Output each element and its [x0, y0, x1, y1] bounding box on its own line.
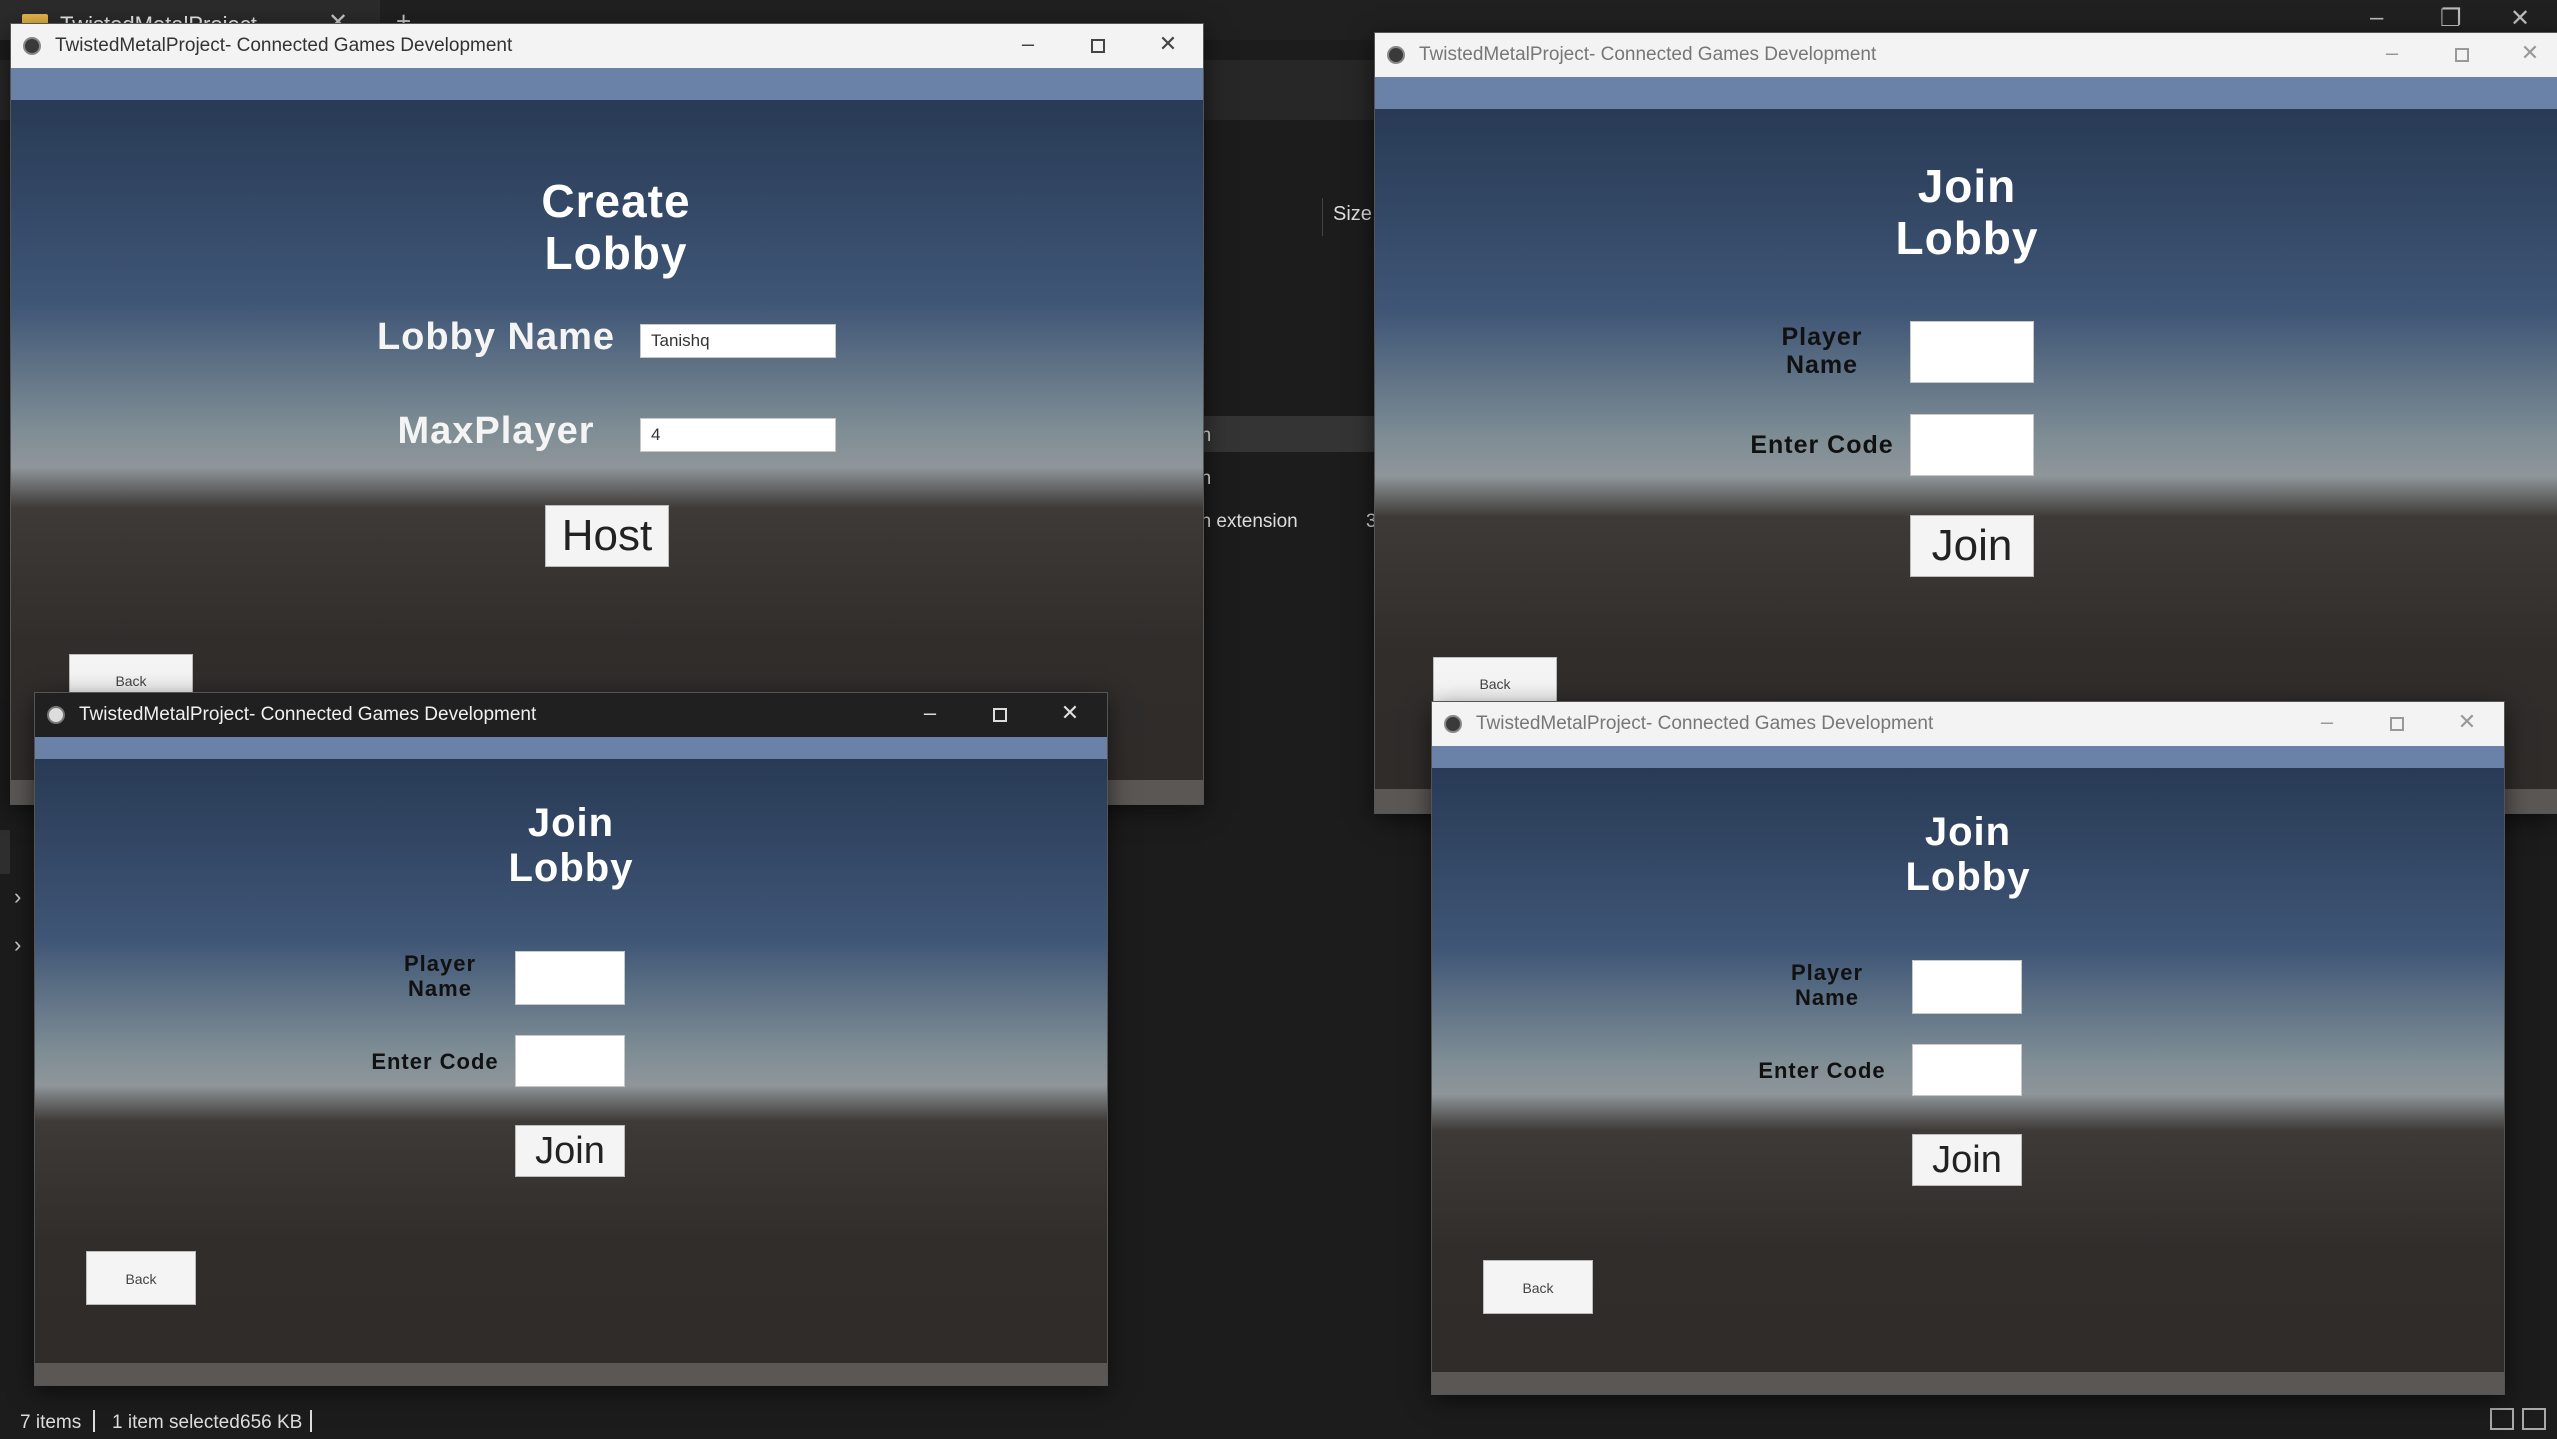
status-divider — [93, 1410, 95, 1432]
window-title: TwistedMetalProject- Connected Games Dev… — [55, 35, 513, 56]
lobby-name-label: Lobby Name — [376, 316, 616, 358]
game-scene: Join Lobby Player Name Enter Code Join B… — [35, 759, 1107, 1363]
title-bar[interactable]: TwistedMetalProject- Connected Games Dev… — [1375, 33, 2557, 77]
player-name-label: Player Name — [1790, 960, 1864, 1010]
page-title: Create Lobby — [541, 175, 691, 279]
minimize-icon[interactable]: – — [2312, 709, 2342, 735]
close-icon[interactable]: ✕ — [1153, 31, 1183, 57]
game-scene: Join Lobby Player Name Enter Code Join B… — [1432, 768, 2504, 1372]
title-bar[interactable]: TwistedMetalProject- Connected Games Dev… — [1432, 702, 2504, 746]
column-header-size[interactable]: Size — [1322, 198, 1372, 236]
lobby-name-input[interactable] — [640, 324, 836, 358]
page-title: Join Lobby — [1895, 160, 2039, 264]
game-top-strip — [35, 737, 1107, 759]
details-view-icon[interactable] — [2490, 1408, 2514, 1430]
tiles-view-icon[interactable] — [2522, 1408, 2546, 1430]
sidebar-selection — [0, 830, 10, 874]
max-player-input[interactable] — [640, 418, 836, 452]
game-top-strip — [1375, 77, 2557, 109]
status-bar: 7 items 1 item selected 656 KB — [0, 1402, 2557, 1439]
minimize-icon[interactable]: – — [2370, 4, 2383, 32]
maximize-icon[interactable] — [1083, 33, 1113, 59]
page-title: Join Lobby — [508, 801, 634, 890]
close-icon[interactable]: ✕ — [1055, 700, 1085, 726]
restore-icon[interactable]: ❐ — [2440, 4, 2462, 33]
maximize-icon[interactable] — [2447, 42, 2477, 68]
close-icon[interactable]: ✕ — [2515, 40, 2545, 66]
window-title: TwistedMetalProject- Connected Games Dev… — [1476, 713, 1934, 734]
list-item[interactable]: on extension — [1190, 511, 1298, 533]
window-title: TwistedMetalProject- Connected Games Dev… — [1419, 44, 1877, 65]
game-window-join-lobby[interactable]: TwistedMetalProject- Connected Games Dev… — [1432, 702, 2504, 1394]
list-item-selected[interactable] — [1190, 416, 1380, 452]
game-bottom-bar — [1432, 1372, 2504, 1394]
enter-code-label: Enter Code — [1758, 1058, 1886, 1083]
chevron-right-icon[interactable]: › — [14, 932, 21, 958]
page-title: Join Lobby — [1905, 810, 2031, 899]
status-item-count: 7 items — [20, 1412, 82, 1433]
enter-code-input[interactable] — [515, 1035, 625, 1087]
minimize-icon[interactable]: – — [915, 700, 945, 726]
game-scene: Create Lobby Lobby Name MaxPlayer Host B… — [11, 100, 1203, 780]
status-divider — [310, 1410, 312, 1432]
player-name-label: Player Name — [1781, 323, 1863, 379]
unity-app-icon — [1387, 46, 1405, 64]
back-button[interactable]: Back — [1483, 1260, 1593, 1314]
unity-app-icon — [1444, 715, 1462, 733]
chevron-right-icon[interactable]: › — [14, 884, 21, 910]
player-name-input[interactable] — [1912, 960, 2022, 1014]
game-top-strip — [1432, 746, 2504, 768]
join-button[interactable]: Join — [515, 1125, 625, 1177]
join-button[interactable]: Join — [1912, 1134, 2022, 1186]
unity-app-icon — [23, 37, 41, 55]
player-name-input[interactable] — [1910, 321, 2034, 383]
player-name-input[interactable] — [515, 951, 625, 1005]
back-button[interactable]: Back — [86, 1251, 196, 1305]
status-selected: 1 item selected — [112, 1412, 240, 1433]
close-icon[interactable]: ✕ — [2452, 709, 2482, 735]
maximize-icon[interactable] — [2382, 711, 2412, 737]
status-size: 656 KB — [240, 1412, 303, 1433]
enter-code-label: Enter Code — [371, 1049, 499, 1074]
title-bar[interactable]: TwistedMetalProject- Connected Games Dev… — [35, 693, 1107, 737]
maximize-icon[interactable] — [985, 702, 1015, 728]
title-bar[interactable]: TwistedMetalProject- Connected Games Dev… — [11, 24, 1203, 68]
host-button[interactable]: Host — [545, 505, 669, 567]
window-title: TwistedMetalProject- Connected Games Dev… — [79, 704, 537, 725]
player-name-label: Player Name — [403, 951, 477, 1001]
game-top-strip — [11, 68, 1203, 100]
unity-app-icon — [47, 706, 65, 724]
minimize-icon[interactable]: – — [1013, 31, 1043, 57]
max-player-label: MaxPlayer — [397, 410, 595, 452]
game-window-join-lobby[interactable]: TwistedMetalProject- Connected Games Dev… — [35, 693, 1107, 1385]
close-icon[interactable]: ✕ — [2510, 4, 2530, 33]
minimize-icon[interactable]: – — [2377, 40, 2407, 66]
enter-code-input[interactable] — [1910, 414, 2034, 476]
game-bottom-bar — [35, 1363, 1107, 1385]
join-button[interactable]: Join — [1910, 515, 2034, 577]
join-lobby-content: Join Lobby Player Name Enter Code Join B… — [1375, 109, 2557, 709]
game-window-create-lobby[interactable]: TwistedMetalProject- Connected Games Dev… — [11, 24, 1203, 804]
enter-code-input[interactable] — [1912, 1044, 2022, 1096]
